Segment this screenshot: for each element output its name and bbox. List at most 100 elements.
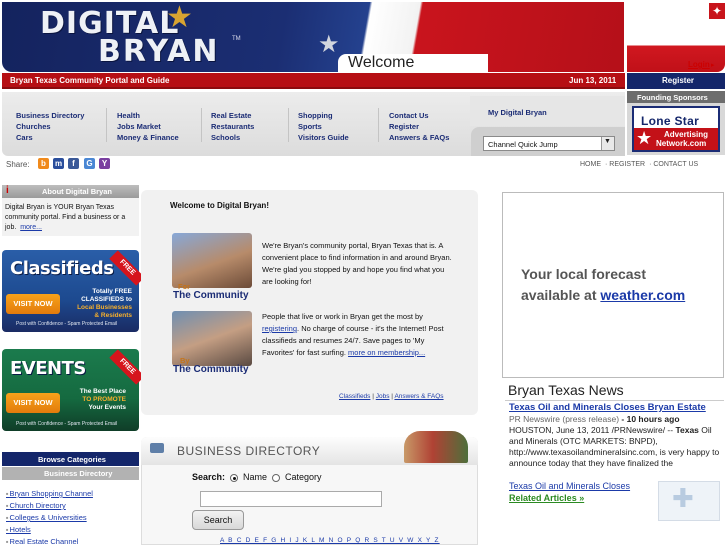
promo-line: The Best Place [79, 388, 126, 395]
search-label: Search: [192, 472, 226, 482]
nav-health[interactable]: Health [117, 110, 179, 121]
alphabet-index[interactable]: A B C D E F G H I J K L M N O P Q R S T … [220, 537, 440, 544]
news-body-bold: Texas [675, 425, 699, 435]
nav-visitors-guide[interactable]: Visitors Guide [298, 132, 349, 143]
news-body-text: HOUSTON, June 13, 2011 /PRNewswire/ -- [509, 425, 676, 435]
nav-divider [288, 108, 289, 142]
top-link-register[interactable]: REGISTER [609, 161, 645, 168]
nav-column-3: Real Estate Restaurants Schools [211, 110, 254, 143]
classifieds-footer: Post with Confidence - Spam Protected Em… [16, 321, 118, 327]
business-directory-subtitle: Business Directory [44, 469, 113, 478]
portal-title: Bryan Texas Community Portal and Guide [10, 76, 170, 85]
nav-schools[interactable]: Schools [211, 132, 254, 143]
events-title: EVENTS [10, 358, 86, 379]
nav-jobs-market[interactable]: Jobs Market [117, 121, 179, 132]
jobs-link[interactable]: Jobs [376, 393, 390, 400]
facebook-icon[interactable]: f [68, 158, 79, 169]
my-digital-bryan-link[interactable]: My Digital Bryan [488, 108, 547, 117]
nav-business-directory[interactable]: Business Directory [16, 110, 84, 121]
category-real-estate[interactable]: Real Estate Channel [6, 536, 93, 545]
news-headline-link[interactable]: Texas Oil and Minerals Closes Bryan Esta… [509, 402, 706, 413]
weather-link[interactable]: weather.com [600, 287, 685, 303]
intro-paragraph-2: People that live or work in Bryan get th… [262, 311, 452, 359]
promo-line: & Residents [94, 312, 132, 319]
welcome-panel [141, 190, 478, 415]
category-list: Bryan Shopping Channel Church Directory … [6, 488, 93, 545]
puzzle-icon: ✚ [672, 483, 694, 513]
classifieds-title: Classifieds [10, 258, 114, 279]
top-link-contact[interactable]: CONTACT US [653, 161, 698, 168]
welcome-links: Classifieds | Jobs | Answers & FAQs [339, 393, 444, 400]
logo-text-bryan[interactable]: BRYAN [98, 34, 220, 69]
current-date: Jun 13, 2011 [569, 76, 617, 85]
yahoo-icon[interactable]: Y [99, 158, 110, 169]
search-by-category-radio[interactable] [272, 474, 280, 482]
news-secondary-link[interactable]: Texas Oil and Minerals Closes [509, 481, 630, 491]
blogger-icon[interactable]: b [38, 158, 49, 169]
news-source-name: PR Newswire (press release) [509, 414, 620, 424]
info-icon: i [6, 185, 9, 196]
forecast-line-2: available at weather.com [521, 287, 685, 303]
myspace-icon[interactable]: m [53, 158, 64, 169]
star-icon: ★ [636, 128, 653, 148]
nav-answers-faqs[interactable]: Answers & FAQs [389, 132, 449, 143]
nav-money-finance[interactable]: Money & Finance [117, 132, 179, 143]
category-colleges[interactable]: Colleges & Universities [6, 512, 93, 524]
lone-star-ad-line2: Advertising [664, 130, 709, 139]
nav-register[interactable]: Register [389, 121, 449, 132]
business-directory-title: BUSINESS DIRECTORY [177, 444, 321, 458]
directory-search-input[interactable] [200, 491, 382, 507]
promo-line: Local Businesses [77, 304, 132, 311]
registering-link[interactable]: registering [262, 324, 297, 333]
nav-column-4: Shopping Sports Visitors Guide [298, 110, 349, 143]
logo-star-icon: ★ [166, 1, 193, 34]
promo-line: Your Events [88, 404, 126, 411]
news-age: - 10 hours ago [619, 414, 680, 424]
category-shopping[interactable]: Bryan Shopping Channel [6, 488, 93, 500]
events-footer: Post with Confidence - Spam Protected Em… [16, 421, 118, 427]
classifieds-link[interactable]: Classifieds [339, 393, 370, 400]
nav-divider [201, 108, 202, 142]
search-by-name-radio[interactable] [230, 474, 238, 482]
classifieds-visit-button[interactable]: VISIT NOW [6, 294, 60, 314]
nav-shopping[interactable]: Shopping [298, 110, 349, 121]
promo-line: CLASSIFIEDS to [81, 296, 132, 303]
category-church[interactable]: Church Directory [6, 500, 93, 512]
directory-icon [150, 443, 164, 453]
forecast-prefix: available at [521, 287, 601, 303]
category-hotels[interactable]: Hotels [6, 524, 93, 536]
about-text: Digital Bryan is YOUR Bryan Texas commun… [5, 203, 137, 233]
nav-contact-us[interactable]: Contact Us [389, 110, 449, 121]
nav-column-2: Health Jobs Market Money & Finance [117, 110, 179, 143]
events-description: The Best Place TO PROMOTE Your Events [70, 388, 126, 412]
nav-restaurants[interactable]: Restaurants [211, 121, 254, 132]
answers-faqs-link[interactable]: Answers & FAQs [394, 393, 443, 400]
news-source: PR Newswire (press release) - 10 hours a… [509, 414, 725, 425]
news-body: HOUSTON, June 13, 2011 /PRNewswire/ -- T… [509, 425, 725, 469]
nav-sports[interactable]: Sports [298, 121, 349, 132]
nav-real-estate[interactable]: Real Estate [211, 110, 254, 121]
google-icon[interactable]: G [84, 158, 95, 169]
login-link[interactable]: Login [688, 60, 710, 69]
browse-categories-title: Browse Categories [38, 455, 106, 464]
chevron-down-icon: ▼ [604, 138, 611, 145]
top-link-home[interactable]: HOME [580, 161, 601, 168]
photo-caption-community: The Community [173, 364, 249, 375]
related-articles-link[interactable]: Related Articles » [509, 493, 584, 503]
about-more-link[interactable]: more... [20, 224, 42, 231]
weather-ad-box[interactable] [502, 192, 724, 378]
membership-link[interactable]: more on membership... [348, 348, 425, 357]
about-heading: About Digital Bryan [42, 187, 113, 196]
register-link-top[interactable]: Register [662, 76, 694, 85]
search-by-category-label[interactable]: Category [285, 472, 322, 482]
news-divider [505, 400, 724, 401]
channel-quick-jump-value: Channel Quick Jump [488, 140, 558, 149]
search-by-name-label[interactable]: Name [243, 472, 267, 482]
search-button[interactable]: Search [192, 510, 244, 530]
community-photo-1 [172, 233, 252, 288]
events-visit-button[interactable]: VISIT NOW [6, 393, 60, 413]
nav-churches[interactable]: Churches [16, 121, 84, 132]
welcome-heading: Welcome to Digital Bryan! [170, 201, 269, 210]
flag-star-icon: ★ [318, 31, 340, 58]
nav-cars[interactable]: Cars [16, 132, 84, 143]
